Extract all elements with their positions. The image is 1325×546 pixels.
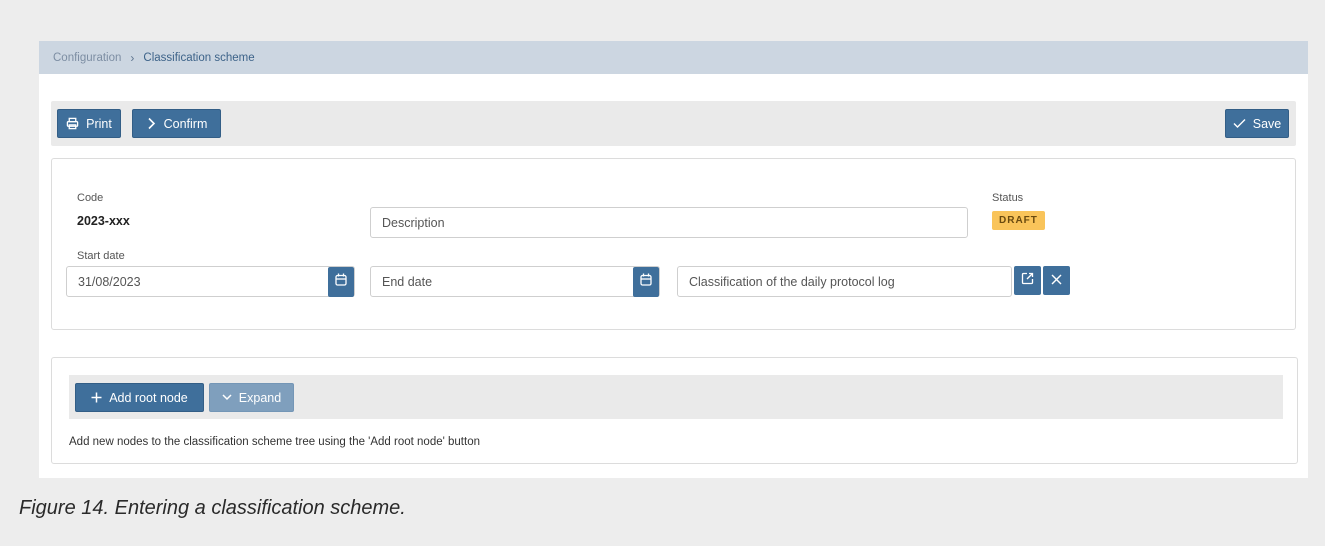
chevron-right-icon — [146, 117, 157, 130]
tree-panel: Add root node Expand Add new nodes to th… — [51, 357, 1298, 464]
end-date-placeholder: End date — [382, 274, 433, 289]
breadcrumb-item-current: Classification scheme — [143, 51, 255, 64]
end-date-calendar-button[interactable] — [633, 267, 659, 297]
save-button[interactable]: Save — [1225, 109, 1289, 138]
expand-button-label: Expand — [238, 390, 282, 405]
app-frame: Configuration › Classification scheme Pr… — [39, 41, 1308, 478]
open-classification-button[interactable] — [1014, 266, 1041, 295]
add-root-node-button[interactable]: Add root node — [75, 383, 204, 412]
status-label: Status — [992, 192, 1024, 204]
save-button-label: Save — [1252, 116, 1282, 131]
check-icon — [1233, 118, 1246, 129]
breadcrumb-separator: › — [130, 50, 135, 65]
start-date-value: 31/08/2023 — [78, 274, 141, 289]
status-badge: DRAFT — [992, 211, 1045, 230]
action-toolbar: Print Confirm Save — [51, 101, 1296, 146]
print-button-label: Print — [86, 116, 112, 131]
classification-value: Classification of the daily protocol log — [689, 274, 895, 289]
calendar-icon — [335, 273, 347, 291]
external-link-icon — [1021, 272, 1034, 290]
breadcrumb-item-configuration[interactable]: Configuration — [53, 52, 121, 64]
confirm-button-label: Confirm — [163, 116, 208, 131]
calendar-icon — [640, 273, 652, 291]
clear-classification-button[interactable] — [1043, 266, 1070, 295]
expand-button[interactable]: Expand — [209, 383, 294, 412]
start-date-label: Start date — [77, 250, 125, 262]
figure-caption: Figure 14. Entering a classification sch… — [19, 497, 406, 519]
end-date-field[interactable]: End date — [370, 266, 660, 297]
description-placeholder: Description — [382, 215, 445, 230]
print-button[interactable]: Print — [57, 109, 121, 138]
tree-empty-hint: Add new nodes to the classification sche… — [69, 436, 480, 448]
start-date-field[interactable]: 31/08/2023 — [66, 266, 355, 297]
confirm-button[interactable]: Confirm — [132, 109, 221, 138]
breadcrumb: Configuration › Classification scheme — [39, 41, 1308, 74]
printer-icon — [66, 117, 79, 130]
plus-icon — [91, 392, 102, 403]
close-icon — [1051, 272, 1062, 290]
scheme-details-panel: Code 2023-xxx Description Status DRAFT S… — [51, 158, 1296, 330]
description-field[interactable]: Description — [370, 207, 968, 238]
add-root-node-label: Add root node — [109, 390, 188, 405]
tree-toolbar: Add root node Expand — [69, 375, 1283, 419]
code-label: Code — [77, 192, 104, 204]
code-value: 2023-xxx — [77, 214, 130, 228]
chevron-down-icon — [222, 394, 232, 401]
start-date-calendar-button[interactable] — [328, 267, 354, 297]
classification-field[interactable]: Classification of the daily protocol log — [677, 266, 1012, 297]
